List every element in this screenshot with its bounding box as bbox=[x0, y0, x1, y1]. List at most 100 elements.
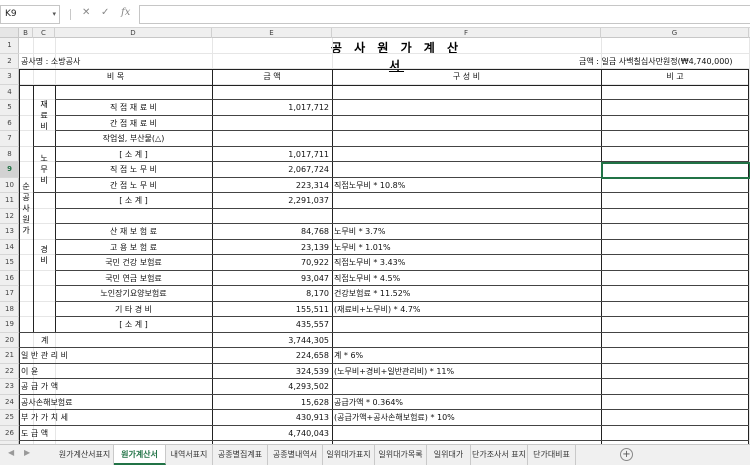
sheet-tab[interactable]: 일위대가 bbox=[427, 445, 471, 465]
name-box[interactable]: K9 ▾ bbox=[0, 5, 60, 24]
amount-cell: 2,291,037 bbox=[288, 196, 329, 205]
grid-line bbox=[19, 69, 20, 444]
column-header-d[interactable]: D bbox=[55, 28, 212, 38]
selected-cell[interactable] bbox=[601, 162, 750, 179]
scroll-tabs-left-icon[interactable]: ◀ bbox=[8, 448, 14, 457]
header-remarks: 비 고 bbox=[666, 72, 684, 81]
amount-cell: 15,628 bbox=[301, 397, 329, 407]
row-label: 이 윤 bbox=[21, 366, 39, 376]
row-label: 산 재 보 험 료 bbox=[110, 227, 157, 236]
row-label: 국민 연금 보험료 bbox=[105, 273, 162, 283]
amount-cell: 2,067,724 bbox=[288, 165, 329, 174]
row-header[interactable]: 17 bbox=[0, 286, 19, 302]
sheet-tab[interactable]: 원가계산서표지 bbox=[56, 445, 114, 465]
composition-cell: (공급가액+공사손해보험료) * 10% bbox=[334, 413, 455, 422]
grid-line bbox=[33, 84, 34, 333]
insert-function-icon[interactable]: fx bbox=[121, 6, 130, 20]
add-sheet-icon[interactable]: + bbox=[620, 448, 633, 461]
row-header[interactable]: 14 bbox=[0, 240, 19, 255]
sheet-tab[interactable]: 일위대가표지 bbox=[323, 445, 375, 465]
composition-cell: 건강보험료 * 11.52% bbox=[334, 289, 411, 298]
row-header[interactable]: 24 bbox=[0, 395, 19, 410]
amount-cell: 155,511 bbox=[295, 304, 329, 314]
spreadsheet-window: K9 ▾ ✕ ✓ fx BCDEFG 1 2 3 4 5 6 7 8 9 10 11 12 13 14 15 1… bbox=[0, 0, 750, 465]
row-header[interactable]: 6 bbox=[0, 116, 19, 131]
row-header[interactable]: 20 bbox=[0, 333, 19, 348]
sheet-tab[interactable]: 공종별집계표 bbox=[213, 445, 268, 465]
row-label: 공사손해보험료 bbox=[21, 397, 73, 407]
composition-cell: 직접노무비 * 3.43% bbox=[334, 258, 406, 267]
worksheet-grid[interactable]: 공 사 원 가 계 산 서 공사명 : 소방공사 금액 : 일금 사백칠십사만원정… bbox=[19, 38, 750, 444]
enter-icon[interactable]: ✓ bbox=[101, 6, 109, 20]
row-header[interactable]: 2 bbox=[0, 54, 19, 69]
column-header-c[interactable]: C bbox=[33, 28, 55, 38]
row-label: 일 반 관 리 비 bbox=[21, 351, 68, 360]
sheet-tab[interactable]: 원가계산서 bbox=[114, 445, 166, 465]
row-header[interactable]: 3 bbox=[0, 69, 19, 85]
row-header[interactable]: 16 bbox=[0, 271, 19, 286]
row-label: 노인장기요양보험료 bbox=[100, 289, 167, 298]
row-header[interactable]: 26 bbox=[0, 426, 19, 441]
row-header[interactable]: 1 bbox=[0, 38, 19, 54]
scroll-tabs-right-icon[interactable]: ▶ bbox=[24, 448, 30, 457]
row-header[interactable]: 23 bbox=[0, 379, 19, 395]
row-header[interactable]: 11 bbox=[0, 193, 19, 209]
formula-bar-separator bbox=[70, 9, 71, 20]
sheet-tab[interactable]: 일위대가목록 bbox=[375, 445, 427, 465]
document-title: 공 사 원 가 계 산 서 bbox=[330, 41, 463, 73]
row-label: 간 접 노 무 비 bbox=[110, 180, 157, 190]
select-all-corner[interactable] bbox=[0, 28, 19, 38]
sheet-tab[interactable]: 내역서표지 bbox=[166, 445, 213, 465]
row-header[interactable]: 12 bbox=[0, 209, 19, 224]
formula-input[interactable] bbox=[139, 5, 750, 24]
row-header[interactable]: 4 bbox=[0, 85, 19, 100]
row-label: 간 접 재 료 비 bbox=[110, 118, 157, 128]
row-header[interactable]: 21 bbox=[0, 348, 19, 364]
chevron-down-icon[interactable]: ▾ bbox=[52, 6, 56, 23]
project-name: 공사명 : 소방공사 bbox=[21, 56, 81, 66]
grid-line bbox=[55, 223, 749, 224]
row-header[interactable]: 9 bbox=[0, 162, 19, 178]
row-header[interactable]: 18 bbox=[0, 302, 19, 317]
composition-cell: 공급가액 * 0.364% bbox=[334, 397, 404, 407]
row-header[interactable]: 22 bbox=[0, 364, 19, 379]
column-header-g[interactable]: G bbox=[601, 28, 749, 38]
column-header-e[interactable]: E bbox=[212, 28, 332, 38]
amount-cell: 430,913 bbox=[295, 413, 329, 422]
row-header[interactable]: 25 bbox=[0, 410, 19, 426]
group-material-cost: 재료비 bbox=[40, 100, 48, 131]
row-label: [ 소 계 ] bbox=[119, 320, 148, 329]
group-net-construction-cost: 순공사원가 bbox=[22, 182, 30, 235]
sheet-tab[interactable]: 단가대비표 bbox=[528, 445, 576, 465]
composition-cell: 노무비 * 3.7% bbox=[334, 227, 386, 236]
sheet-tab-bar: ◀ ▶ 원가계산서표지 원가계산서 내역서표지 공종별집계표 공종별내역서 일위대가표지 일… bbox=[0, 444, 750, 465]
row-header[interactable]: 15 bbox=[0, 255, 19, 271]
amount-cell: 223,314 bbox=[295, 180, 329, 190]
sheet-tab[interactable]: 단가조사서 표지 bbox=[471, 445, 528, 465]
row-header[interactable]: 5 bbox=[0, 100, 19, 116]
row-label: 부 가 가 치 세 bbox=[21, 413, 68, 422]
row-label: 직 접 재 료 비 bbox=[110, 103, 157, 112]
amount-cell: 8,170 bbox=[306, 289, 329, 298]
composition-cell: 노무비 * 1.01% bbox=[334, 242, 391, 252]
header-composition: 구 성 비 bbox=[452, 72, 481, 81]
amount-cell: 3,744,305 bbox=[288, 335, 329, 345]
sheet-tab[interactable]: 공종별내역서 bbox=[268, 445, 323, 465]
cancel-icon[interactable]: ✕ bbox=[82, 6, 90, 20]
row-header[interactable]: 7 bbox=[0, 131, 19, 147]
grid-line bbox=[19, 52, 750, 54]
row-label: 작업설, 부산물(△) bbox=[102, 134, 165, 143]
grid-line bbox=[55, 99, 749, 100]
row-header[interactable]: 19 bbox=[0, 317, 19, 333]
row-header[interactable]: 8 bbox=[0, 147, 19, 162]
grid-line bbox=[332, 69, 333, 444]
row-label: 기 타 경 비 bbox=[114, 304, 153, 314]
column-header-b[interactable]: B bbox=[19, 28, 33, 38]
row-header[interactable]: 10 bbox=[0, 178, 19, 193]
row-header[interactable]: 13 bbox=[0, 224, 19, 240]
header-item: 비 목 bbox=[106, 72, 125, 81]
column-header-f[interactable]: F bbox=[332, 28, 601, 38]
row-label: 계 bbox=[41, 335, 49, 345]
amount-cell: 435,557 bbox=[295, 320, 329, 329]
row-label: [ 소 계 ] bbox=[119, 149, 148, 159]
